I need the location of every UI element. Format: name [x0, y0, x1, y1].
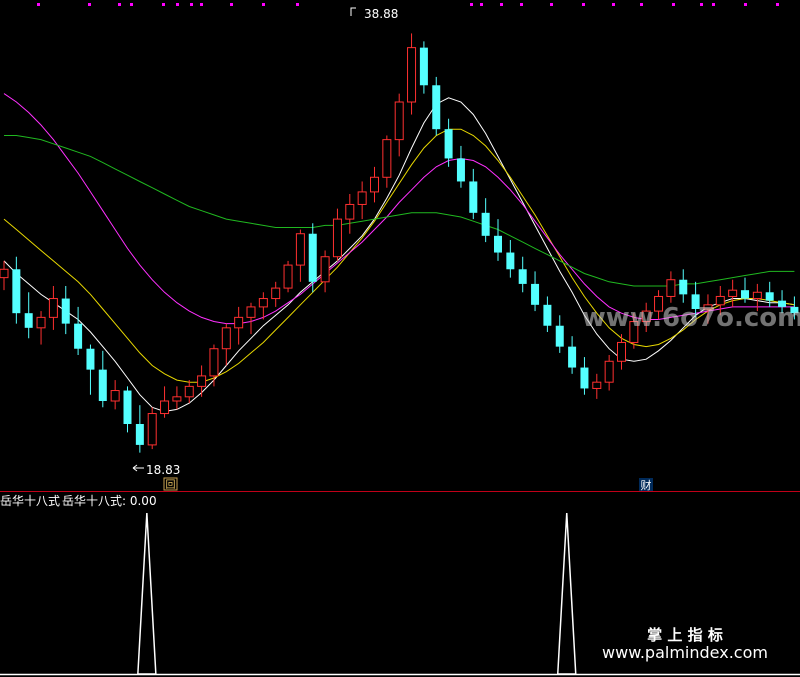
event-marker-hui[interactable]: 回 [163, 477, 178, 491]
candle-body-down [123, 390, 132, 424]
candle-body-down [741, 290, 749, 299]
date-tick-dot [200, 3, 203, 6]
indicator-name: 岳华十八式 [0, 494, 60, 508]
candle-body-up [592, 381, 602, 389]
date-tick-dot [480, 3, 483, 6]
price-high-label: 38.88 [364, 7, 398, 21]
date-tick-dot [700, 3, 703, 6]
candle[interactable] [147, 407, 157, 450]
stock-chart-window: 38.88 18.83 回 财 岳华十八式 岳华十八式: 0.00 www.6o… [0, 0, 800, 677]
event-marker-cai[interactable]: 财 [639, 478, 653, 492]
candle-body-up [394, 101, 404, 141]
candle-body-down [12, 269, 21, 314]
date-tick-dot [118, 3, 121, 6]
date-tick-dot [640, 3, 643, 6]
candle-body-up [370, 176, 379, 193]
date-tick-dot [88, 3, 91, 6]
candle-body-down [135, 424, 144, 445]
date-tick-dot [176, 3, 179, 6]
date-tick-dot [190, 3, 193, 6]
date-tick-dot [230, 3, 233, 6]
candle-body-up [234, 316, 244, 329]
date-tick-dot [262, 3, 265, 6]
candle-body-down [506, 252, 515, 270]
candle-body-down [74, 323, 83, 349]
candle[interactable] [432, 76, 441, 136]
candle-body-down [432, 85, 441, 130]
candle-body-down [98, 369, 107, 401]
candle-body-up [246, 306, 256, 318]
candle[interactable] [283, 260, 293, 293]
candle-body-up [209, 348, 219, 377]
candle-body-up [36, 316, 46, 329]
candle-body-down [444, 129, 453, 159]
candle-body-up [357, 191, 367, 205]
candle-body-up [604, 360, 614, 383]
candle-body-up [320, 256, 330, 283]
candle-body-down [518, 269, 527, 284]
candle-body-down [419, 47, 428, 86]
date-tick-dot [712, 3, 715, 6]
date-tick-dot [550, 3, 553, 6]
candle-body-up [345, 203, 355, 220]
date-tick-dot [500, 3, 503, 6]
candle-body-down [469, 181, 478, 213]
candle-body-up [407, 47, 417, 103]
candle-body-down [765, 292, 774, 301]
candle-body-down [543, 304, 552, 326]
date-tick-dot [296, 3, 299, 6]
candle-body-up [221, 327, 231, 350]
candle-body-down [308, 233, 317, 282]
candle-body-up [184, 385, 194, 398]
candle-body-up [666, 279, 676, 297]
price-low-label: 18.83 [146, 463, 180, 477]
chart-canvas: 38.88 18.83 回 财 岳华十八式 岳华十八式: 0.00 www.6o… [0, 0, 800, 677]
candle-body-down [494, 235, 502, 253]
date-tick-dot [672, 3, 675, 6]
date-tick-dot [612, 3, 615, 6]
candle-body-down [61, 298, 70, 324]
candle-body-up [332, 218, 342, 258]
date-tick-dot [37, 3, 40, 6]
indicator-value: 岳华十八式: 0.00 [62, 494, 157, 508]
marker-cai-label: 财 [641, 478, 652, 492]
candle-body-up [197, 375, 207, 387]
watermark-brand: 掌 上 指 标 [647, 626, 723, 644]
watermark-url: www.palmindex.com [602, 643, 768, 662]
candle-body-down [24, 313, 33, 328]
candle-body-up [617, 341, 626, 362]
date-tick-dot [162, 3, 165, 6]
watermark-mid: www.6o7o.com [582, 303, 800, 333]
date-tick-dot [130, 3, 133, 6]
candle-body-up [172, 396, 182, 402]
candle-body-down [456, 158, 465, 182]
marker-hui-label: 回 [166, 479, 176, 491]
date-tick-dot [776, 3, 779, 6]
candle-body-down [568, 346, 577, 368]
candle-body-down [531, 283, 540, 305]
candle-body-up [752, 291, 762, 300]
candle-body-down [481, 212, 490, 236]
candle-body-up [147, 413, 157, 446]
candle-body-up [283, 264, 293, 289]
candle-body-up [271, 287, 281, 300]
candle-body-up [295, 233, 305, 266]
date-tick-dot [744, 3, 747, 6]
date-tick-dot [470, 3, 473, 6]
candle-body-down [86, 348, 95, 370]
candle-body-down [555, 325, 564, 347]
candle-body-up [48, 298, 58, 318]
date-tick-dot [520, 3, 523, 6]
candle-body-up [728, 289, 738, 297]
candle-body-up [110, 390, 120, 402]
date-tick-dot [582, 3, 585, 6]
candle-body-up [0, 268, 9, 279]
candle-body-up [258, 298, 268, 308]
candle-body-up [382, 139, 392, 178]
candle-body-down [580, 367, 589, 389]
candle-body-down [679, 279, 688, 295]
candle-body-up [160, 400, 170, 415]
